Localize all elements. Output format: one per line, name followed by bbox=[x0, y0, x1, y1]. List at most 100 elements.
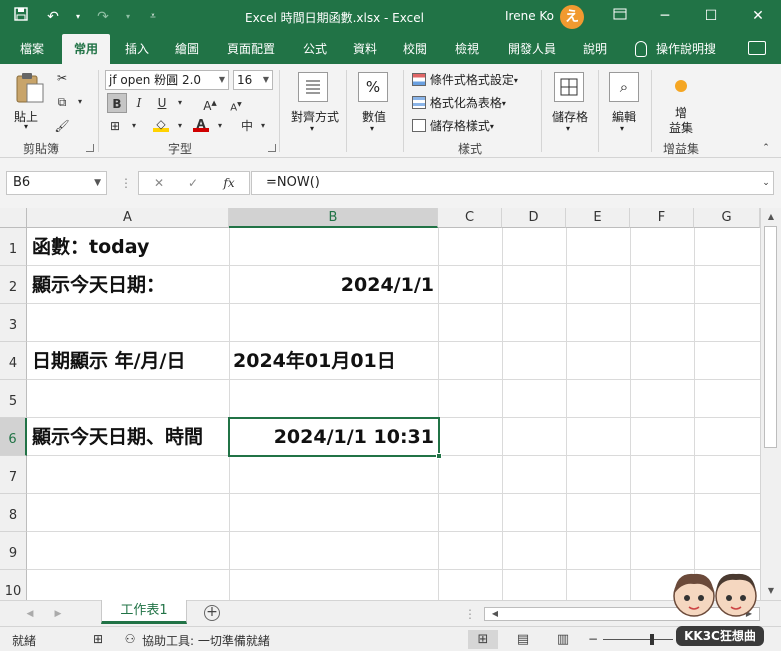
editing-button[interactable]: ⌕ 編輯 ▾ bbox=[604, 70, 644, 133]
font-name-combo[interactable]: jf open 粉圓 2.0 ▼ bbox=[105, 70, 229, 90]
row-header-6[interactable]: 6 bbox=[0, 418, 27, 456]
add-sheet-icon[interactable]: + bbox=[204, 605, 220, 621]
fill-color-dropdown-icon[interactable]: ▾ bbox=[172, 118, 188, 134]
alignment-button[interactable]: 對齊方式 ▾ bbox=[286, 70, 340, 133]
enter-icon[interactable]: ✓ bbox=[185, 175, 201, 191]
row-header-10[interactable]: 10 bbox=[0, 570, 27, 600]
prev-sheet-icon[interactable]: ◀ bbox=[22, 606, 38, 622]
clipboard-launcher-icon[interactable] bbox=[86, 144, 94, 152]
tab-view[interactable]: 檢視 bbox=[444, 34, 490, 64]
save-icon[interactable] bbox=[10, 6, 32, 28]
close-icon[interactable]: ✕ bbox=[735, 0, 781, 34]
font-size-combo[interactable]: 16 ▼ bbox=[233, 70, 273, 90]
paste-dropdown-icon[interactable]: ▾ bbox=[24, 122, 28, 131]
comments-icon[interactable] bbox=[748, 41, 766, 55]
insert-function-icon[interactable]: fx bbox=[221, 175, 237, 191]
column-header-a[interactable]: A bbox=[27, 208, 229, 228]
format-as-table-button[interactable]: 格式化為表格▾ bbox=[412, 94, 506, 112]
tab-formulas[interactable]: 公式 bbox=[292, 34, 338, 64]
accessibility-status[interactable]: 協助工具: 一切準備就緒 bbox=[142, 632, 270, 649]
collapse-ribbon-icon[interactable]: ⌃ bbox=[758, 140, 774, 156]
addins-button[interactable]: 增 益集 bbox=[658, 70, 704, 135]
column-header-e[interactable]: E bbox=[566, 208, 630, 228]
font-color-dropdown-icon[interactable]: ▾ bbox=[212, 118, 228, 134]
vertical-scroll-thumb[interactable] bbox=[764, 226, 777, 448]
borders-icon[interactable]: ⊞ bbox=[107, 118, 123, 134]
font-color-button[interactable]: A bbox=[193, 116, 209, 132]
row-header-8[interactable]: 8 bbox=[0, 494, 27, 532]
next-sheet-icon[interactable]: ▶ bbox=[50, 606, 66, 622]
tell-me-search[interactable]: 操作說明搜 bbox=[656, 34, 722, 64]
grow-font-button[interactable]: A▲ bbox=[202, 95, 218, 113]
maximize-icon[interactable]: ☐ bbox=[688, 0, 734, 34]
worksheet-grid[interactable]: A B C D E F G 1 2 3 4 5 6 7 8 9 10 函數：to… bbox=[0, 208, 760, 600]
tab-page-layout[interactable]: 頁面配置 bbox=[214, 34, 288, 64]
paste-button[interactable]: 貼上 ▾ bbox=[10, 70, 50, 132]
cell-styles-button[interactable]: 儲存格樣式▾ bbox=[412, 117, 494, 135]
row-header-9[interactable]: 9 bbox=[0, 532, 27, 570]
underline-button[interactable]: U bbox=[154, 95, 170, 111]
cancel-icon[interactable]: ✕ bbox=[151, 175, 167, 191]
tab-developer[interactable]: 開發人員 bbox=[496, 34, 568, 64]
column-header-f[interactable]: F bbox=[630, 208, 694, 228]
avatar[interactable]: え bbox=[560, 5, 584, 29]
expand-formula-icon[interactable]: ⌄ bbox=[758, 175, 774, 191]
normal-view-icon[interactable]: ⊞ bbox=[468, 630, 498, 649]
scroll-up-icon[interactable]: ▲ bbox=[761, 212, 781, 221]
user-name[interactable]: Irene Ko bbox=[505, 9, 554, 23]
zoom-slider-knob[interactable] bbox=[650, 634, 654, 645]
tab-help[interactable]: 說明 bbox=[572, 34, 618, 64]
redo-icon[interactable]: ↷ bbox=[92, 6, 114, 28]
borders-dropdown-icon[interactable]: ▾ bbox=[126, 118, 142, 134]
cells-button[interactable]: 儲存格 ▾ bbox=[546, 70, 594, 133]
cell-a4[interactable]: 日期顯示 年/月/日 bbox=[28, 342, 229, 380]
font-launcher-icon[interactable] bbox=[268, 144, 276, 152]
page-layout-view-icon[interactable]: ▤ bbox=[508, 630, 538, 649]
column-header-c[interactable]: C bbox=[438, 208, 502, 228]
row-header-7[interactable]: 7 bbox=[0, 456, 27, 494]
cell-b2[interactable]: 2024/1/1 bbox=[229, 266, 438, 304]
copy-icon[interactable]: ⧉ bbox=[54, 94, 70, 110]
tab-draw[interactable]: 繪圖 bbox=[164, 34, 210, 64]
sheet-tab[interactable]: 工作表1 bbox=[101, 600, 187, 624]
scroll-left-icon[interactable]: ◀ bbox=[485, 609, 505, 618]
redo-dropdown-icon[interactable]: ▾ bbox=[124, 6, 132, 28]
column-header-d[interactable]: D bbox=[502, 208, 566, 228]
tab-split-icon[interactable]: ⋮ bbox=[462, 606, 478, 622]
macro-record-icon[interactable]: ⊞ bbox=[90, 631, 106, 647]
bold-button[interactable]: B bbox=[107, 93, 127, 113]
italic-button[interactable]: I bbox=[131, 95, 147, 111]
ribbon-display-icon[interactable] bbox=[597, 0, 643, 34]
cell-a2[interactable]: 顯示今天日期： bbox=[28, 266, 229, 304]
phonetic-dropdown-icon[interactable]: ▾ bbox=[255, 118, 271, 134]
conditional-formatting-button[interactable]: 條件式格式設定▾ bbox=[412, 71, 518, 89]
tab-review[interactable]: 校閱 bbox=[392, 34, 438, 64]
row-header-2[interactable]: 2 bbox=[0, 266, 27, 304]
minimize-icon[interactable]: ─ bbox=[642, 0, 688, 34]
undo-icon[interactable]: ↶ bbox=[42, 6, 64, 28]
tab-insert[interactable]: 插入 bbox=[114, 34, 160, 64]
fill-handle[interactable] bbox=[436, 453, 442, 459]
page-break-view-icon[interactable]: ▥ bbox=[548, 630, 578, 649]
number-format-button[interactable]: % 數值 ▾ bbox=[352, 70, 396, 133]
column-header-b[interactable]: B bbox=[229, 208, 438, 228]
underline-dropdown-icon[interactable]: ▾ bbox=[172, 95, 188, 111]
tab-home[interactable]: 常用 bbox=[62, 34, 110, 64]
vertical-scrollbar[interactable]: ▲ ▼ bbox=[760, 208, 781, 600]
cell-b4[interactable]: 2024年01月01日 bbox=[229, 342, 438, 380]
formula-input[interactable]: =NOW() bbox=[251, 171, 774, 195]
cell-a1[interactable]: 函數：today bbox=[28, 228, 229, 266]
row-header-5[interactable]: 5 bbox=[0, 380, 27, 418]
phonetic-button[interactable]: 中 bbox=[239, 118, 255, 134]
row-header-1[interactable]: 1 bbox=[0, 228, 27, 266]
accessibility-icon[interactable]: ⚇ bbox=[122, 631, 138, 647]
name-box[interactable]: B6 ▼ bbox=[6, 171, 107, 195]
row-header-3[interactable]: 3 bbox=[0, 304, 27, 342]
tab-data[interactable]: 資料 bbox=[342, 34, 388, 64]
format-painter-icon[interactable]: 🖌 bbox=[54, 118, 70, 134]
cell-a6[interactable]: 顯示今天日期、時間 bbox=[28, 418, 229, 456]
column-header-g[interactable]: G bbox=[694, 208, 760, 228]
shrink-font-button[interactable]: A▼ bbox=[228, 97, 244, 113]
copy-dropdown-icon[interactable]: ▾ bbox=[72, 94, 88, 110]
tab-file[interactable]: 檔案 bbox=[8, 34, 56, 64]
